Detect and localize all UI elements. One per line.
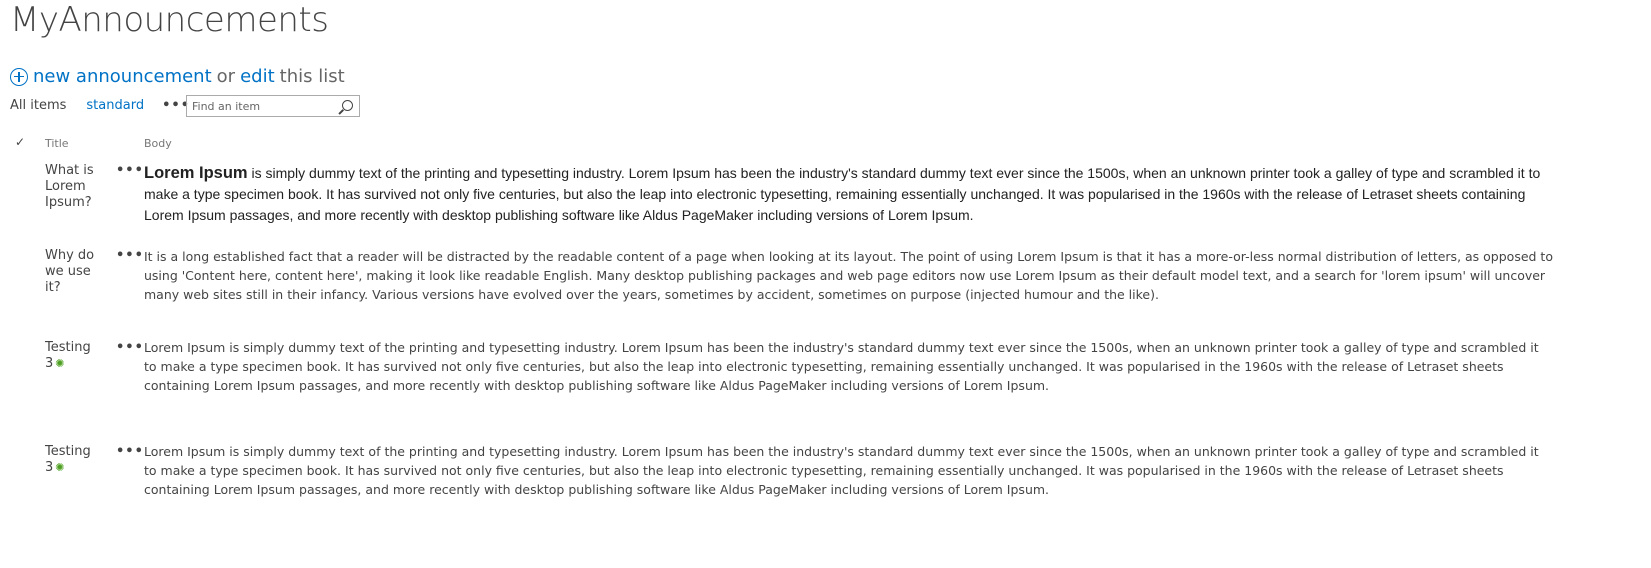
item-title-link[interactable]: Why do we use it? xyxy=(45,248,95,296)
item-title-link[interactable]: Testing 3 xyxy=(45,340,91,371)
item-menu-button[interactable]: ••• xyxy=(116,248,144,263)
add-icon[interactable] xyxy=(10,67,28,86)
column-header-title[interactable]: Title xyxy=(45,137,69,150)
item-title-link[interactable]: Testing 3 xyxy=(45,444,91,475)
page-title: MyAnnouncements xyxy=(10,0,329,40)
command-bar: new announcement or edit this list xyxy=(10,66,345,87)
item-menu-button[interactable]: ••• xyxy=(116,163,144,178)
new-announcement-link[interactable]: new announcement xyxy=(33,66,212,87)
new-item-icon: ✺ xyxy=(55,357,65,370)
item-body: Lorem Ipsum is simply dummy text of the … xyxy=(144,163,1554,226)
column-header-body[interactable]: Body xyxy=(144,137,172,150)
item-title-cell: Testing 3 ✺ xyxy=(45,340,95,372)
or-label: or xyxy=(216,66,236,87)
search-input[interactable] xyxy=(187,98,342,114)
item-menu-button[interactable]: ••• xyxy=(116,340,144,355)
new-item-icon: ✺ xyxy=(55,461,65,474)
item-body-bold: Lorem Ipsum xyxy=(144,164,248,182)
item-title-cell: Testing 3 ✺ xyxy=(45,444,95,476)
view-all-items[interactable]: All items xyxy=(10,98,66,113)
search-box xyxy=(186,95,360,117)
edit-list-link[interactable]: edit xyxy=(240,66,275,87)
search-icon[interactable] xyxy=(342,100,353,111)
item-body: Lorem Ipsum is simply dummy text of the … xyxy=(144,340,1539,393)
item-body-text: is simply dummy text of the printing and… xyxy=(144,165,1541,223)
view-selector: All items standard ••• xyxy=(10,98,190,113)
this-list-label: this list xyxy=(279,66,345,87)
view-standard[interactable]: standard xyxy=(86,98,144,113)
item-title-link[interactable]: What is Lorem Ipsum? xyxy=(45,163,95,211)
select-all-check-icon[interactable]: ✓ xyxy=(15,135,25,149)
item-body: Lorem Ipsum is simply dummy text of the … xyxy=(144,444,1539,497)
item-menu-button[interactable]: ••• xyxy=(116,444,144,459)
item-body: It is a long established fact that a rea… xyxy=(144,249,1553,302)
